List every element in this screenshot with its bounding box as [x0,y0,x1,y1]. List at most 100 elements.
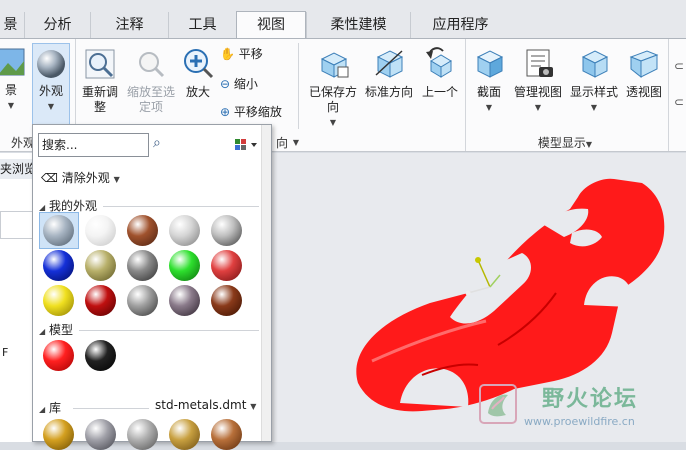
tab-view[interactable]: 视图 [236,11,306,39]
more-icon[interactable]: ⊂ [672,59,686,74]
appearance-swatch[interactable] [211,250,242,281]
zoom-out-button[interactable]: ⊖ 缩小 [220,77,280,92]
chevron-down-icon: ▼ [7,101,15,110]
library-header[interactable]: ◢ 库 [39,399,61,416]
divider [465,39,466,151]
chevron-down-icon: ▼ [292,138,300,147]
appearance-swatch[interactable] [211,215,242,246]
section-label: 截面 [476,85,501,99]
appearance-label: 外观 [38,84,63,98]
zoom-in-label: 放大 [185,85,210,99]
perspective-icon [629,50,659,79]
library-file-label: std-metals.dmt [155,398,247,412]
display-style-label: 显示样式 [569,85,618,99]
standard-orientation-label: 标准方向 [364,85,413,99]
group-label-model-display-text: 模型显示 [537,136,586,150]
perspective-button[interactable]: 透视图 [622,47,666,100]
refit-label: 重新调整 [81,85,118,114]
appearance-swatch[interactable] [169,215,200,246]
gallery-view-options[interactable] [234,137,260,153]
pan-zoom-button[interactable]: ⊕ 平移缩放 [220,105,294,120]
section-icon [476,50,504,78]
refit-button[interactable]: 重新调整 [79,47,121,115]
zoom-selected-button[interactable]: 缩放至选定项 [124,47,178,115]
appearance-button[interactable]: 外观 ▼ [32,43,70,125]
model-header[interactable]: ◢ 模型 [39,321,73,338]
tab-tools[interactable]: 工具 [168,12,236,38]
library-file-select[interactable]: std-metals.dmt ▼ [155,398,256,412]
tab-annotate[interactable]: 注释 [90,12,168,38]
appearance-swatch[interactable] [127,250,158,281]
section-button[interactable]: 截面 ▼ [470,47,508,115]
library-label: 库 [48,401,61,415]
chevron-down-icon: ▼ [585,140,593,149]
hand-icon: ✋ [220,47,235,61]
my-appearances-label: 我的外观 [48,199,97,213]
divider [298,43,299,129]
appearance-swatch[interactable] [127,285,158,316]
zoom-out-label: 缩小 [233,77,258,91]
scene-icon [0,48,25,76]
tab-analysis[interactable]: 分析 [24,12,90,38]
previous-view-button[interactable]: 上一个 [418,47,462,100]
watermark: 野火论坛 www.proewildfire.cn [478,379,684,439]
appearance-swatch[interactable] [127,215,158,246]
previous-view-label: 上一个 [421,85,458,99]
appearance-swatch[interactable] [85,215,116,246]
appearance-sphere-icon [37,50,65,78]
watermark-title: 野火论坛 [542,387,639,412]
appearance-swatch[interactable] [43,285,74,316]
appearance-swatch[interactable] [169,250,200,281]
appearance-swatch[interactable] [43,419,74,450]
manage-views-label: 管理视图 [513,85,562,99]
appearance-swatch[interactable] [43,250,74,281]
display-style-button[interactable]: 显示样式 ▼ [568,47,620,115]
standard-orientation-icon [375,50,404,78]
chevron-down-icon: ▼ [250,402,257,411]
refit-icon [85,49,115,79]
appearance-swatch[interactable] [43,215,74,246]
collapse-icon: ◢ [39,405,46,414]
appearance-swatch[interactable] [85,419,116,450]
tab-bar: 景 分析 注释 工具 视图 柔性建模 应用程序 [0,0,686,39]
chevron-down-icon: ▼ [590,103,598,112]
scene-label: 景 [4,83,17,97]
search-icon[interactable]: ⌕ [153,135,161,151]
divider [668,39,669,151]
saved-orientation-button[interactable]: 已保存方向 ▼ [306,47,360,130]
manage-views-icon [526,49,553,77]
graphics-viewport[interactable]: 野火论坛 www.proewildfire.cn [272,153,686,442]
zoom-selected-icon [139,52,165,78]
pan-button[interactable]: ✋ 平移 [220,47,280,62]
clear-appearance-button[interactable]: ⌫ 清除外观 ▼ [41,169,120,186]
scrollbar[interactable] [261,125,271,441]
appearance-swatch[interactable] [211,285,242,316]
standard-orientation-button[interactable]: 标准方向 [364,47,414,100]
model-label: 模型 [48,323,73,337]
appearance-swatch[interactable] [211,419,242,450]
group-label-orientation: 向 [275,136,288,150]
tree-item-label: F [2,346,9,359]
group-label-model-display: 模型显示▼ [530,134,600,151]
pan-zoom-icon: ⊕ [220,105,231,119]
tab-applications[interactable]: 应用程序 [410,12,510,38]
collapse-icon: ◢ [39,327,46,336]
appearance-swatch[interactable] [169,419,200,450]
appearance-swatch[interactable] [85,285,116,316]
appearance-swatch[interactable] [85,340,116,371]
search-input[interactable]: 搜索... [38,133,149,157]
manage-views-button[interactable]: 管理视图 ▼ [510,47,566,115]
scene-button[interactable]: 景 ▼ [0,47,28,113]
appearance-swatch[interactable] [169,285,200,316]
appearance-swatch[interactable] [43,340,74,371]
more-icon-2[interactable]: ⊂ [672,95,686,110]
eraser-icon: ⌫ [41,171,58,185]
collapse-icon: ◢ [39,203,46,212]
appearance-swatch[interactable] [85,250,116,281]
tab-flexible-modeling[interactable]: 柔性建模 [306,12,410,38]
zoom-in-button[interactable]: 放大 [180,47,216,100]
divider [103,206,259,207]
clear-appearance-label: 清除外观 [61,171,110,185]
tab-partial[interactable]: 景 [0,12,24,38]
appearance-swatch[interactable] [127,419,158,450]
